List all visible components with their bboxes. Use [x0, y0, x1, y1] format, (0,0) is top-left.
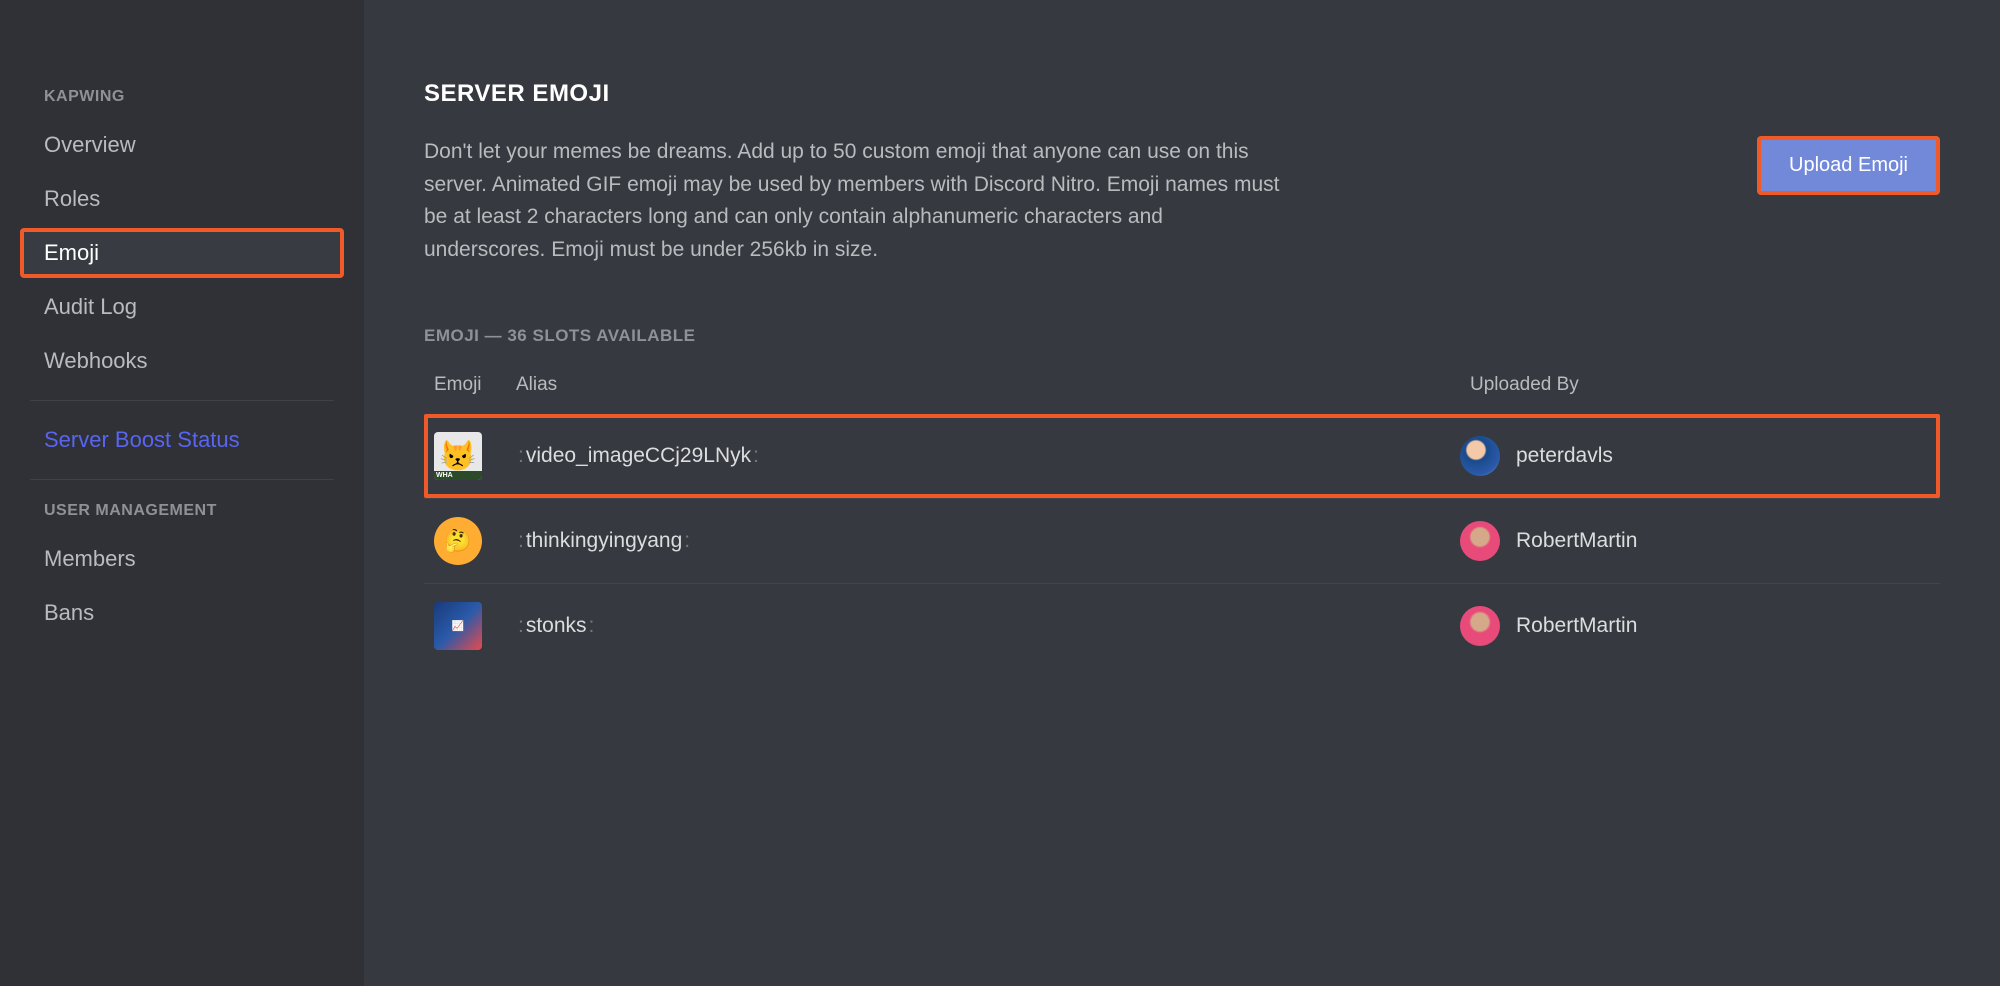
uploader-cell: peterdavls	[1460, 436, 1930, 476]
alias-text: video_imageCCj29LNyk	[526, 444, 751, 467]
sidebar-section-kapwing: KAPWING	[20, 80, 344, 114]
sidebar-divider	[30, 479, 334, 480]
emoji-table-row[interactable]: 📈 :stonks: RobertMartin	[424, 583, 1940, 668]
column-alias: Alias	[516, 374, 1470, 396]
alias-colon: :	[684, 529, 690, 552]
uploader-name: RobertMartin	[1516, 614, 1637, 638]
sidebar-item-label: Audit Log	[44, 294, 137, 319]
sidebar-item-label: Webhooks	[44, 348, 148, 373]
uploader-avatar	[1460, 521, 1500, 561]
uploader-avatar	[1460, 606, 1500, 646]
alias-cell[interactable]: :stonks:	[516, 614, 1460, 638]
emoji-cell: WHA	[434, 432, 516, 480]
header-row: Don't let your memes be dreams. Add up t…	[424, 136, 1940, 266]
emoji-preview-icon: 📈	[434, 602, 482, 650]
emoji-table-row[interactable]: :thinkingyingyang: RobertMartin	[424, 498, 1940, 583]
uploader-name: RobertMartin	[1516, 529, 1637, 553]
sidebar: KAPWING Overview Roles Emoji Audit Log W…	[0, 0, 364, 986]
alias-colon: :	[518, 614, 524, 637]
upload-emoji-button[interactable]: Upload Emoji	[1757, 136, 1940, 195]
emoji-table-row[interactable]: WHA :video_imageCCj29LNyk: peterdavls	[424, 414, 1940, 498]
alias-colon: :	[518, 529, 524, 552]
main-content: SERVER EMOJI Don't let your memes be dre…	[364, 0, 2000, 986]
column-emoji: Emoji	[434, 374, 516, 396]
alias-colon: :	[518, 444, 524, 467]
sidebar-divider	[30, 400, 334, 401]
sidebar-item-label: Bans	[44, 600, 94, 625]
alias-colon: :	[589, 614, 595, 637]
emoji-preview-icon: WHA	[434, 432, 482, 480]
alias-text: thinkingyingyang	[526, 529, 682, 552]
sidebar-item-server-boost[interactable]: Server Boost Status	[20, 415, 344, 465]
sidebar-section-user-management: USER MANAGEMENT	[20, 494, 344, 528]
emoji-table-header: Emoji Alias Uploaded By	[424, 374, 1940, 414]
uploader-name: peterdavls	[1516, 444, 1613, 468]
sidebar-item-emoji[interactable]: Emoji	[20, 228, 344, 278]
page-title: SERVER EMOJI	[424, 80, 1940, 108]
uploader-cell: RobertMartin	[1460, 521, 1930, 561]
sidebar-item-label: Overview	[44, 132, 136, 157]
sidebar-item-bans[interactable]: Bans	[20, 588, 344, 638]
sidebar-item-members[interactable]: Members	[20, 534, 344, 584]
sidebar-item-label: Roles	[44, 186, 100, 211]
sidebar-item-roles[interactable]: Roles	[20, 174, 344, 224]
column-uploaded-by: Uploaded By	[1470, 374, 1940, 396]
sidebar-item-overview[interactable]: Overview	[20, 120, 344, 170]
slots-available-header: EMOJI — 36 SLOTS AVAILABLE	[424, 326, 1940, 346]
emoji-preview-icon	[434, 517, 482, 565]
alias-colon: :	[753, 444, 759, 467]
emoji-cell: 📈	[434, 602, 516, 650]
alias-cell[interactable]: :video_imageCCj29LNyk:	[516, 444, 1460, 468]
sidebar-item-label: Members	[44, 546, 136, 571]
sidebar-item-audit-log[interactable]: Audit Log	[20, 282, 344, 332]
sidebar-item-label: Server Boost Status	[44, 427, 240, 452]
sidebar-item-label: Emoji	[44, 240, 99, 265]
uploader-cell: RobertMartin	[1460, 606, 1930, 646]
emoji-cell	[434, 517, 516, 565]
sidebar-item-webhooks[interactable]: Webhooks	[20, 336, 344, 386]
page-description: Don't let your memes be dreams. Add up t…	[424, 136, 1284, 266]
alias-text: stonks	[526, 614, 587, 637]
alias-cell[interactable]: :thinkingyingyang:	[516, 529, 1460, 553]
uploader-avatar	[1460, 436, 1500, 476]
